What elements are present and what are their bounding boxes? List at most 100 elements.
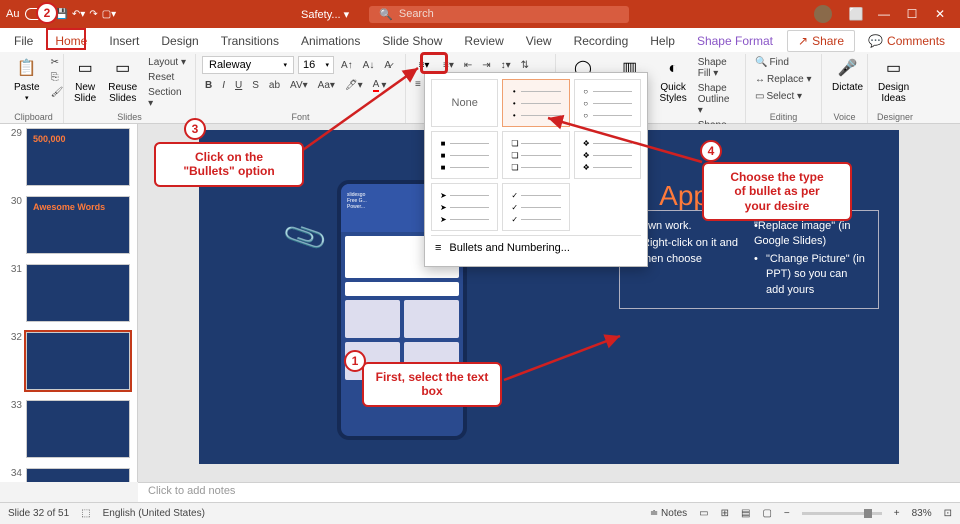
replace-button[interactable]: ↔ Replace ▾	[752, 73, 815, 86]
underline-icon[interactable]: U	[232, 79, 245, 92]
bullet-option-circle[interactable]: ○○○	[574, 79, 641, 127]
bullet-option-arrow[interactable]: ➤➤➤	[431, 183, 498, 231]
layout-button[interactable]: Layout ▾	[145, 56, 189, 69]
share-button[interactable]: ↗Share	[787, 30, 855, 52]
tab-transitions[interactable]: Transitions	[211, 30, 289, 52]
strike-icon[interactable]: S	[249, 79, 262, 92]
section-button[interactable]: Section ▾	[145, 86, 189, 110]
search-box[interactable]: 🔍 Search	[369, 6, 629, 23]
paste-button[interactable]: 📋 Paste▾	[10, 56, 44, 105]
design-ideas-button[interactable]: ▭Design Ideas	[874, 56, 913, 106]
bullet-option-disc[interactable]: •••	[502, 79, 569, 127]
numbering-button[interactable]: ≡▾	[440, 59, 457, 72]
group-slides: Slides	[70, 112, 189, 123]
tab-insert[interactable]: Insert	[99, 30, 149, 52]
view-reading-icon[interactable]: ▤	[741, 508, 750, 519]
find-button[interactable]: 🔍 Find	[752, 56, 792, 69]
new-slide-icon: ▭	[74, 58, 96, 80]
bullet-option-diamond[interactable]: ❖❖❖	[574, 131, 641, 179]
thumb-slide[interactable]	[26, 468, 130, 482]
zoom-slider[interactable]	[802, 512, 882, 515]
outdent-icon[interactable]: ⇤	[461, 59, 475, 72]
notes-toggle[interactable]: ≐ Notes	[650, 508, 687, 519]
tab-help[interactable]: Help	[640, 30, 685, 52]
bullet-option-square-hollow[interactable]: ❏❏❏	[502, 131, 569, 179]
user-avatar[interactable]	[814, 5, 832, 23]
tab-review[interactable]: Review	[454, 30, 513, 52]
tab-design[interactable]: Design	[151, 30, 208, 52]
thumb-slide[interactable]	[26, 264, 130, 322]
shrink-font-icon[interactable]: A↓	[360, 59, 378, 72]
tab-shapeformat[interactable]: Shape Format	[687, 30, 783, 52]
tab-file[interactable]: File	[4, 30, 43, 52]
bullet-option-square-filled[interactable]: ■■■	[431, 131, 498, 179]
clear-format-icon[interactable]: A̷	[381, 59, 394, 72]
shape-fill-button[interactable]: Shape Fill ▾	[695, 56, 739, 80]
thumb-slide[interactable]: 500,000	[26, 128, 130, 186]
zoom-in-icon[interactable]: +	[894, 508, 900, 519]
undo-icon[interactable]: ↶▾	[72, 9, 85, 20]
indent-icon[interactable]: ⇥	[479, 59, 493, 72]
highlight-icon[interactable]: 🖊▾	[342, 79, 366, 92]
align-left-icon[interactable]: ≡	[412, 78, 424, 91]
win-maximize-icon[interactable]: ☐	[898, 7, 926, 21]
selected-text-box[interactable]: own work. Right-click on it and then cho…	[619, 210, 879, 309]
bullets-numbering-link[interactable]: ≡ Bullets and Numbering...	[431, 235, 641, 260]
redo-icon[interactable]: ↷	[89, 9, 97, 20]
thumb-slide[interactable]	[26, 400, 130, 458]
case-icon[interactable]: Aa▾	[315, 79, 338, 92]
win-close-icon[interactable]: ✕	[926, 7, 954, 21]
win-minimize-icon[interactable]: —	[870, 7, 898, 21]
bullets-dropdown: None ••• ○○○ ■■■ ❏❏❏ ❖❖❖ ➤➤➤ ✓✓✓ ≡ Bulle…	[424, 72, 648, 267]
font-color-icon[interactable]: A▾	[370, 78, 390, 93]
grow-font-icon[interactable]: A↑	[338, 59, 356, 72]
font-name-select[interactable]: Raleway▾	[202, 56, 294, 74]
group-clipboard: Clipboard	[10, 112, 57, 123]
spacing-icon[interactable]: AV▾	[287, 79, 311, 92]
win-restore-icon[interactable]: ⬜	[842, 7, 870, 21]
fit-icon[interactable]: ⊡	[944, 508, 952, 519]
thumb-num: 30	[6, 196, 22, 254]
tab-slideshow[interactable]: Slide Show	[372, 30, 452, 52]
thumb-slide[interactable]	[26, 332, 130, 390]
thumb-num: 32	[6, 332, 22, 390]
bullet-option-check[interactable]: ✓✓✓	[502, 183, 569, 231]
zoom-out-icon[interactable]: −	[784, 508, 790, 519]
tab-animations[interactable]: Animations	[291, 30, 370, 52]
microphone-icon: 🎤	[837, 58, 859, 80]
slide-thumbnails: 29500,000 30Awesome Words 31 32 33 34	[0, 124, 138, 482]
start-icon[interactable]: ▢▾	[102, 9, 116, 20]
view-slideshow-icon[interactable]: ▢	[762, 508, 771, 519]
font-size-select[interactable]: 16▾	[298, 56, 334, 74]
new-slide-button[interactable]: ▭ New Slide	[70, 56, 100, 106]
shape-outline-button[interactable]: Shape Outline ▾	[695, 82, 739, 117]
thumb-num: 33	[6, 400, 22, 458]
line-spacing-icon[interactable]: ↕▾	[498, 59, 514, 72]
bullet-item[interactable]: "Replace image" (in Google Slides)	[754, 219, 868, 250]
bullet-option-none[interactable]: None	[431, 79, 498, 127]
annotation-num-1: 1	[344, 350, 366, 372]
shadow-icon[interactable]: ab	[266, 79, 283, 92]
dictate-button[interactable]: 🎤Dictate	[828, 56, 867, 95]
language-status[interactable]: English (United States)	[103, 508, 205, 519]
doc-title[interactable]: Safety... ▾	[301, 8, 349, 21]
thumb-slide[interactable]: Awesome Words	[26, 196, 130, 254]
zoom-level[interactable]: 83%	[912, 508, 932, 519]
thumb-num: 31	[6, 264, 22, 322]
accessibility-icon[interactable]: ⬚	[81, 508, 90, 519]
text-direction-icon[interactable]: ⇅	[518, 59, 532, 72]
reuse-slides-button[interactable]: ▭ Reuse Slides	[104, 56, 141, 106]
bullet-item[interactable]: "Change Picture" (in PPT) so you can add…	[754, 252, 868, 298]
share-icon: ↗	[798, 34, 808, 48]
tab-recording[interactable]: Recording	[564, 30, 639, 52]
select-button[interactable]: ▭ Select ▾	[752, 90, 805, 103]
notes-pane[interactable]: Click to add notes	[138, 482, 960, 502]
reset-button[interactable]: Reset	[145, 71, 189, 84]
bold-icon[interactable]: B	[202, 79, 215, 92]
italic-icon[interactable]: I	[219, 79, 228, 92]
tab-view[interactable]: View	[516, 30, 562, 52]
view-normal-icon[interactable]: ▭	[699, 508, 708, 519]
view-sorter-icon[interactable]: ⊞	[721, 508, 729, 519]
quick-styles-button[interactable]: ◐Quick Styles	[656, 56, 691, 106]
comments-button[interactable]: 💬Comments	[857, 30, 956, 52]
